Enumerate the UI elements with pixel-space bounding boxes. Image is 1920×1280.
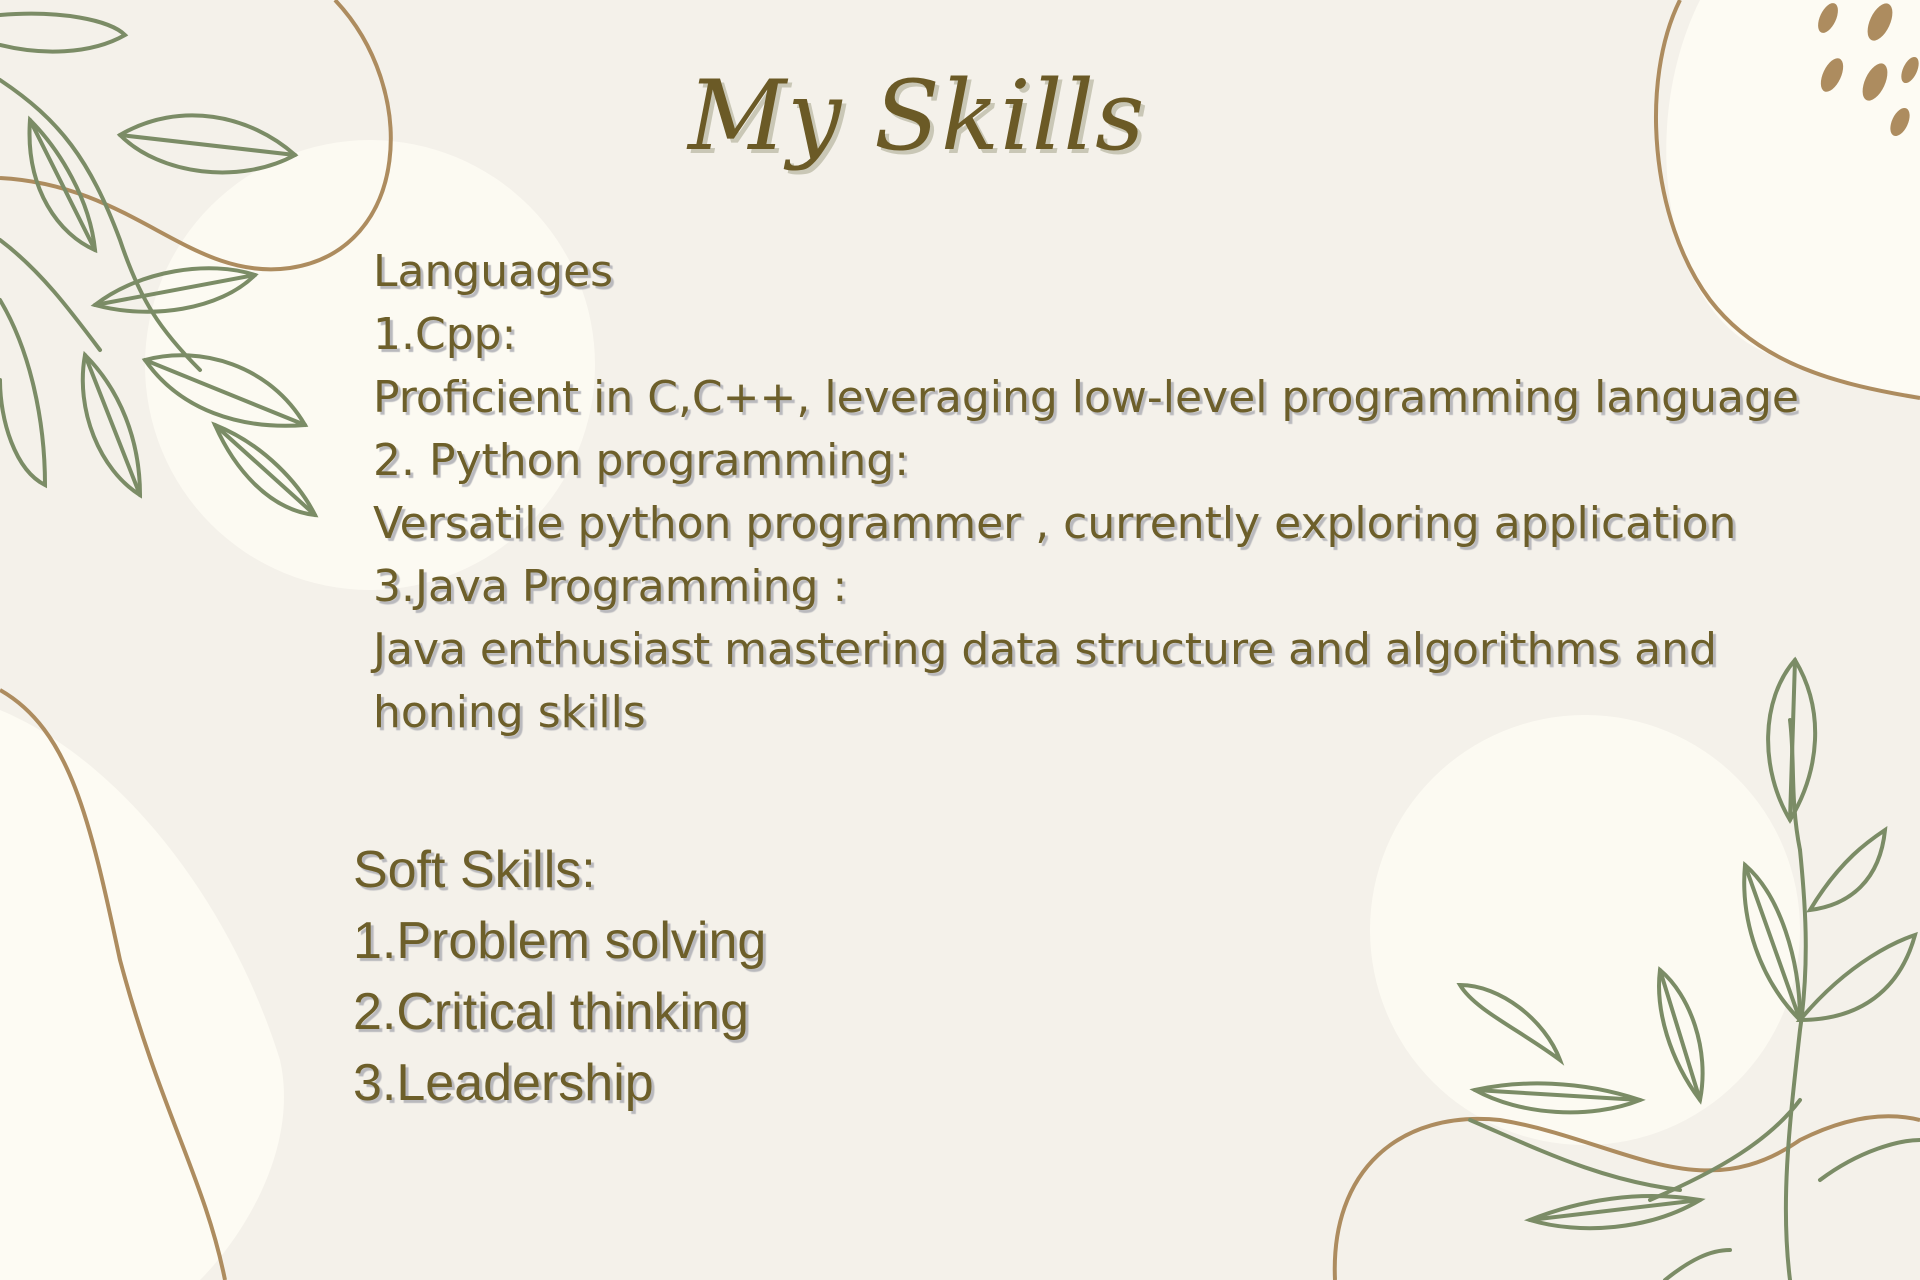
soft-skill-item: 2.Critical thinking [353,983,749,1041]
languages-section: Languages 1.Cpp: Proficient in C,C++, le… [373,240,1873,744]
language-line: Proficient in C,C++, leveraging low-leve… [373,372,1799,423]
soft-skill-item: 3.Leadership [353,1054,654,1112]
languages-heading: Languages [373,246,614,297]
language-line: 1.Cpp: [373,309,517,360]
language-line: 2. Python programming: [373,435,910,486]
soft-skills-section: Soft Skills: 1.Problem solving 2.Critica… [353,835,766,1119]
page-title: My Skills [688,60,1146,172]
language-line: Versatile python programmer , currently … [373,498,1737,549]
language-line: Java enthusiast mastering data structure… [373,624,1717,675]
language-line: 3.Java Programming : [373,561,848,612]
soft-skills-heading: Soft Skills: [353,841,596,899]
soft-skill-item: 1.Problem solving [353,912,767,970]
language-line: honing skills [373,687,646,738]
